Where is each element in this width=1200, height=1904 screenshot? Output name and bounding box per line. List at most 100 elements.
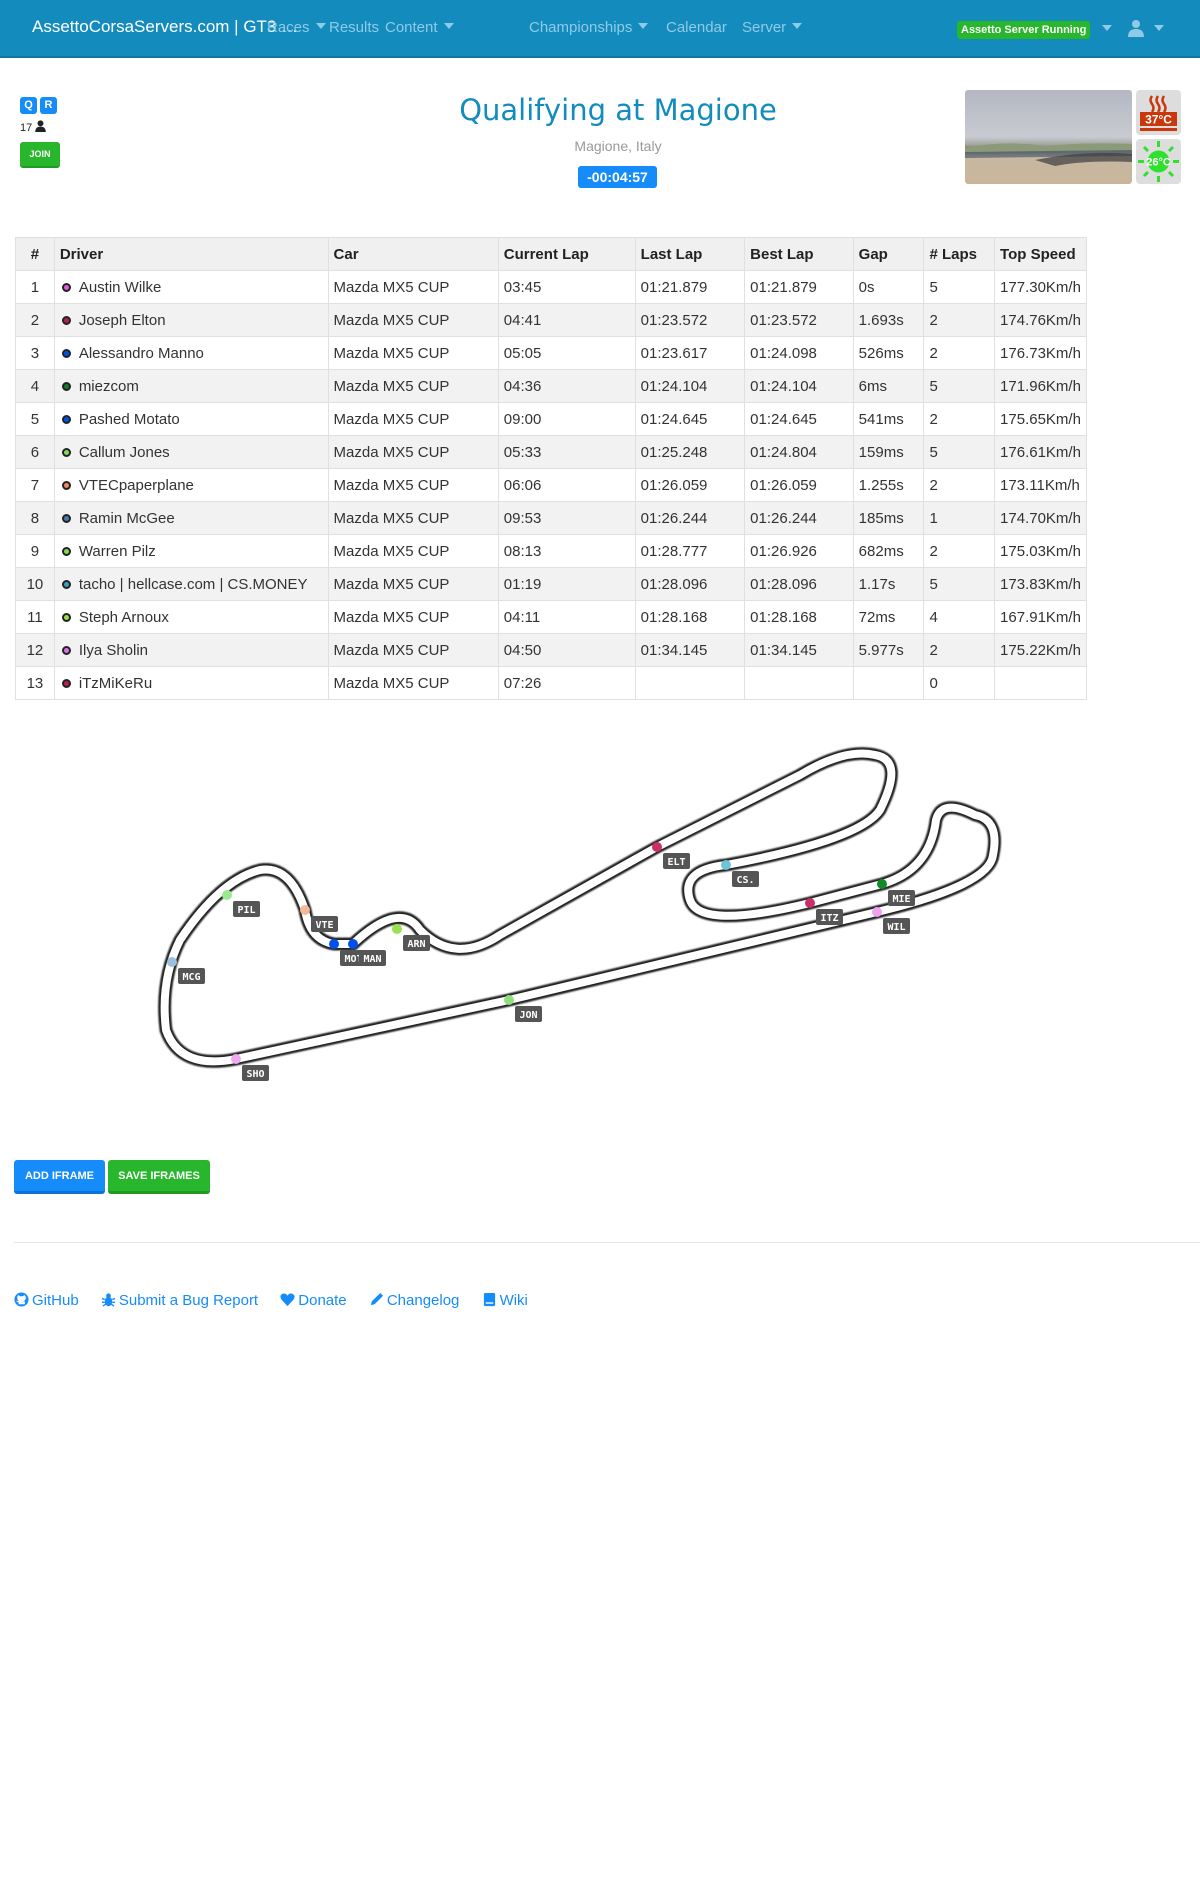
chevron-down-icon [792, 23, 803, 29]
gap-cell [852, 666, 925, 700]
car-cell: Mazda MX5 CUP [327, 402, 499, 436]
donate-label: Donate [298, 1292, 347, 1309]
best-lap-cell: 01:34.145 [744, 633, 854, 667]
driver-cell: Ilya Sholin [53, 633, 329, 667]
bug-report-link[interactable]: Submit a Bug Report [101, 1292, 258, 1309]
driver-color-dot [61, 414, 71, 424]
driver-color-dot [61, 282, 71, 292]
nav-server[interactable]: Server [742, 19, 803, 36]
current-lap-cell: 08:13 [497, 534, 636, 568]
laps-cell: 2 [923, 633, 996, 667]
last-lap-cell: 01:34.145 [634, 633, 746, 667]
last-lap-cell: 01:26.059 [634, 468, 746, 502]
driver-name: Ilya Sholin [78, 641, 149, 659]
heart-icon [280, 1293, 295, 1307]
donate-link[interactable]: Donate [280, 1292, 347, 1309]
heat-icon: 37°C [1140, 95, 1177, 131]
nav-championships-label: Championships [529, 19, 633, 36]
driver-color-dot [61, 546, 71, 556]
top-speed-cell: 176.61Km/h [994, 435, 1087, 469]
col-car: Car [327, 237, 499, 271]
last-lap-cell: 01:24.645 [634, 402, 746, 436]
best-lap-cell: 01:26.059 [744, 468, 854, 502]
driver-cell: Pashed Motato [53, 402, 329, 436]
user-dropdown-chevron-icon[interactable] [1154, 25, 1164, 31]
top-speed-cell: 176.73Km/h [994, 336, 1087, 370]
nav-results-label: Results [329, 19, 380, 36]
last-lap-cell: 01:21.879 [634, 270, 746, 304]
car-label: PIL [237, 905, 255, 916]
top-speed-cell: 173.11Km/h [994, 468, 1087, 502]
gap-cell: 1.255s [852, 468, 925, 502]
current-lap-cell: 04:36 [497, 369, 636, 403]
last-lap-cell: 01:25.248 [634, 435, 746, 469]
best-lap-cell: 01:24.804 [744, 435, 854, 469]
table-row: 1 Austin Wilke Mazda MX5 CUP 03:45 01:21.879… [15, 270, 1087, 304]
server-status-badge[interactable]: Assetto Server Running [957, 21, 1091, 39]
brand-link[interactable]: AssettoCorsaServers.com | GT3 … [32, 17, 298, 37]
last-lap-cell: 01:24.104 [634, 369, 746, 403]
nav-calendar[interactable]: Calendar [666, 19, 727, 36]
track-preview-image [965, 90, 1132, 184]
position-cell: 2 [15, 303, 55, 337]
add-iframe-button[interactable]: ADD IFRAME [14, 1160, 105, 1194]
nav-championships[interactable]: Championships [529, 19, 649, 36]
driver-color-dot [61, 678, 71, 688]
gap-cell: 5.977s [852, 633, 925, 667]
car-label: MIE [892, 894, 910, 905]
user-icon[interactable] [1128, 19, 1144, 37]
driver-color-dot [61, 447, 71, 457]
wiki-link[interactable]: Wiki [482, 1292, 528, 1309]
save-iframes-button[interactable]: SAVE IFRAMES [108, 1160, 210, 1194]
driver-color-dot [61, 612, 71, 622]
current-lap-cell: 07:26 [497, 666, 636, 700]
driver-cell: Alessandro Manno [53, 336, 329, 370]
car-label: ARN [407, 939, 425, 950]
nav-races[interactable]: Races [267, 19, 326, 36]
server-dropdown-chevron-icon[interactable] [1102, 25, 1112, 31]
col-last-lap: Last Lap [634, 237, 746, 271]
nav-content[interactable]: Content [385, 19, 454, 36]
top-speed-cell: 167.91Km/h [994, 600, 1087, 634]
top-speed-cell: 175.03Km/h [994, 534, 1087, 568]
driver-cell: Warren Pilz [53, 534, 329, 568]
changelog-link[interactable]: Changelog [369, 1292, 459, 1309]
track-outline [158, 747, 1001, 1068]
gap-cell: 6ms [852, 369, 925, 403]
gap-cell: 72ms [852, 600, 925, 634]
driver-name: Alessandro Manno [78, 344, 204, 362]
nav-results[interactable]: Results [329, 19, 379, 36]
car-cell: Mazda MX5 CUP [327, 435, 499, 469]
live-timings-table: # Driver Car Current Lap Last Lap Best L… [15, 237, 1087, 700]
best-lap-cell: 01:23.572 [744, 303, 854, 337]
table-row: 3 Alessandro Manno Mazda MX5 CUP 05:05 01:23… [15, 336, 1087, 370]
car-cell: Mazda MX5 CUP [327, 270, 499, 304]
car-dot [392, 924, 402, 934]
current-lap-cell: 09:00 [497, 402, 636, 436]
driver-cell: iTzMiKeRu [53, 666, 329, 700]
car-dot [652, 842, 662, 852]
laps-cell: 5 [923, 270, 996, 304]
col-best-lap: Best Lap [744, 237, 854, 271]
position-cell: 4 [15, 369, 55, 403]
laps-cell: 5 [923, 369, 996, 403]
position-cell: 11 [15, 600, 55, 634]
last-lap-cell: 01:28.168 [634, 600, 746, 634]
car-cell: Mazda MX5 CUP [327, 501, 499, 535]
car-marker[interactable]: PIL [222, 890, 260, 917]
car-label: MCG [182, 972, 200, 983]
table-row: 8 Ramin McGee Mazda MX5 CUP 09:53 01:26.244 0… [15, 501, 1087, 535]
github-link[interactable]: GitHub [14, 1292, 79, 1309]
position-cell: 10 [15, 567, 55, 601]
gap-cell: 1.17s [852, 567, 925, 601]
current-lap-cell: 05:33 [497, 435, 636, 469]
current-lap-cell: 04:50 [497, 633, 636, 667]
last-lap-cell: 01:23.572 [634, 303, 746, 337]
driver-color-dot [61, 348, 71, 358]
pencil-icon [370, 1292, 383, 1306]
table-row: 6 Callum Jones Mazda MX5 CUP 05:33 01:25.248… [15, 435, 1087, 469]
footer-links: GitHub Submit a Bug Report Donate Change… [14, 1292, 546, 1309]
car-label: MAN [363, 954, 381, 965]
last-lap-cell: 01:28.096 [634, 567, 746, 601]
car-cell: Mazda MX5 CUP [327, 369, 499, 403]
